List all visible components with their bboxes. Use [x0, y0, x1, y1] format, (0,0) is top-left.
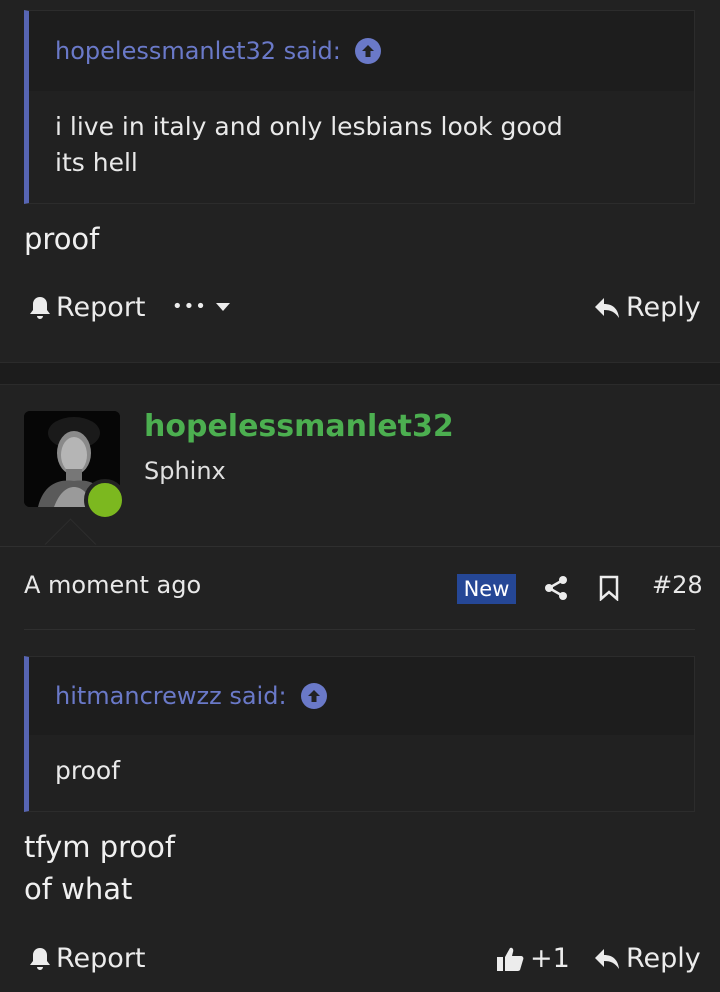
more-options-button[interactable]: •••	[172, 296, 231, 317]
report-button[interactable]: Report	[28, 292, 146, 323]
reply-button[interactable]: Reply	[594, 292, 701, 323]
caret-down-icon	[215, 302, 231, 312]
arrow-up-icon[interactable]	[300, 683, 327, 709]
report-button[interactable]: Report	[28, 943, 146, 974]
arrow-up-icon[interactable]	[354, 38, 381, 64]
post-message: tfym proof of what	[24, 826, 175, 910]
report-label: Report	[56, 292, 146, 323]
avatar[interactable]	[24, 411, 126, 521]
post-timestamp[interactable]: A moment ago	[24, 571, 201, 599]
quote-line: proof	[55, 756, 120, 785]
quote-author[interactable]: hopelessmanlet32 said:	[55, 37, 341, 65]
bell-icon	[28, 946, 52, 972]
quote-content: i live in italy and only lesbians look g…	[29, 91, 694, 181]
reply-icon	[594, 297, 620, 319]
reply-icon	[594, 948, 620, 970]
quote-block: hopelessmanlet32 said: i live in italy a…	[24, 10, 695, 204]
like-button[interactable]: +1	[496, 943, 570, 974]
post: hopelessmanlet32 Sphinx A moment ago New…	[0, 384, 720, 992]
username-link[interactable]: hopelessmanlet32	[144, 409, 454, 444]
reply-label: Reply	[626, 292, 701, 323]
more-dots: •••	[172, 296, 207, 317]
quote-block: hitmancrewzz said: proof	[24, 656, 695, 812]
message-line: tfym proof	[24, 830, 176, 864]
new-badge: New	[457, 574, 516, 604]
message-line: proof	[24, 222, 100, 256]
reply-button[interactable]: Reply	[594, 943, 701, 974]
post-number-link[interactable]: #28	[652, 571, 703, 599]
share-icon[interactable]	[544, 575, 568, 605]
quote-header[interactable]: hopelessmanlet32 said:	[29, 11, 694, 91]
bookmark-icon[interactable]	[598, 575, 620, 605]
quote-author[interactable]: hitmancrewzz said:	[55, 682, 287, 710]
reply-label: Reply	[626, 943, 701, 974]
message-line: of what	[24, 872, 133, 906]
quote-line: i live in italy and only lesbians look g…	[55, 112, 563, 141]
quote-line: its hell	[55, 148, 138, 177]
post-previous: hopelessmanlet32 said: i live in italy a…	[0, 0, 720, 363]
divider	[0, 546, 720, 547]
quote-header[interactable]: hitmancrewzz said:	[29, 657, 694, 735]
online-status-indicator	[84, 479, 126, 521]
bell-icon	[28, 295, 52, 321]
user-title: Sphinx	[144, 457, 226, 485]
user-arrow-pointer	[44, 518, 96, 570]
divider	[24, 629, 695, 630]
quote-content: proof	[29, 735, 694, 789]
report-label: Report	[56, 943, 146, 974]
like-count: +1	[530, 943, 570, 974]
post-message: proof	[24, 218, 99, 260]
thumbs-up-icon	[496, 945, 524, 973]
